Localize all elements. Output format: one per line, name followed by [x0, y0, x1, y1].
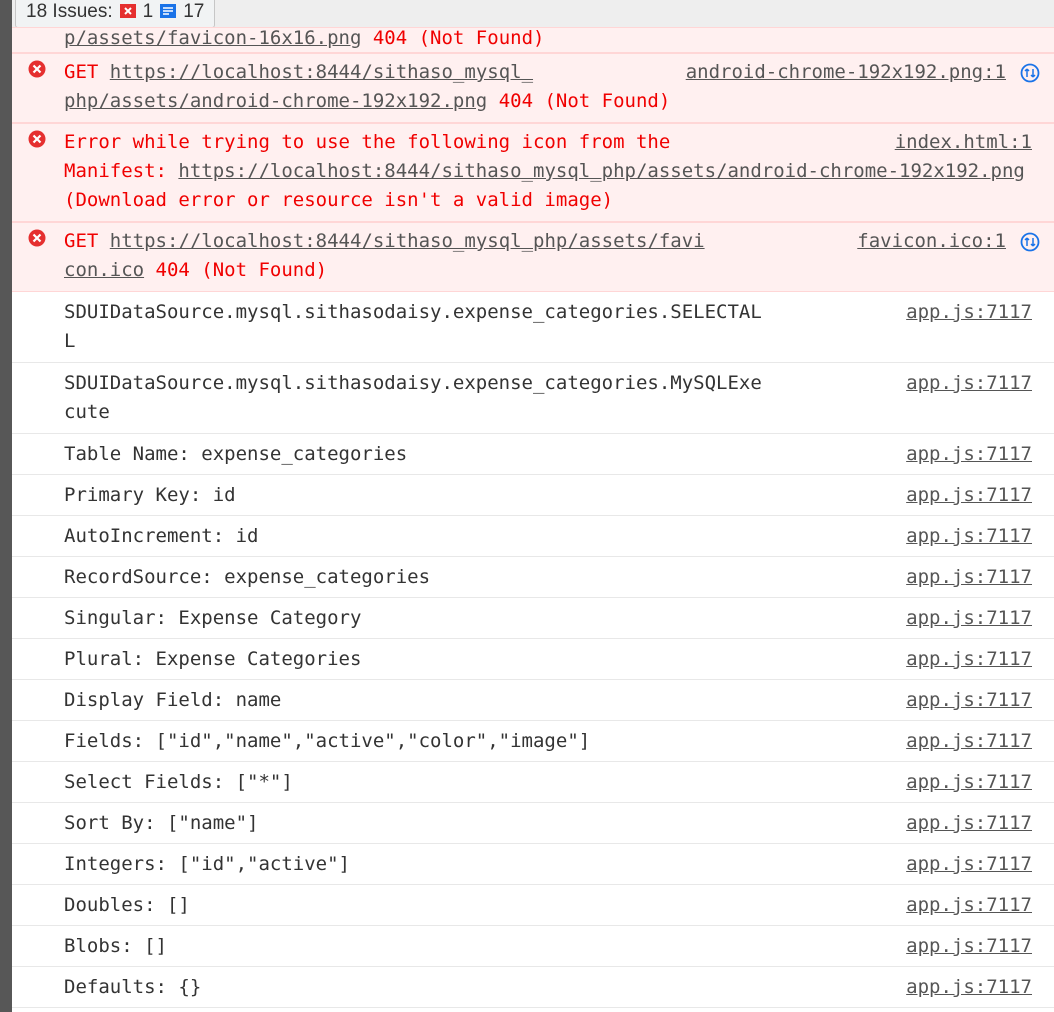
console-error-row: Error while trying to use the following …: [12, 123, 1054, 222]
error-status: 404 (Not Found): [361, 27, 545, 49]
error-issue-icon: [119, 3, 137, 21]
error-url-link[interactable]: https://localhost:8444/sithaso_mysql_: [110, 61, 533, 83]
console-log-row: AutoIncrement: id app.js:7117: [12, 516, 1054, 557]
source-link[interactable]: app.js:7117: [898, 973, 1032, 1002]
source-link[interactable]: app.js:7117: [898, 686, 1032, 715]
console-log-row: Doubles: [] app.js:7117: [12, 885, 1054, 926]
source-link[interactable]: app.js:7117: [898, 809, 1032, 838]
error-icon: [28, 130, 46, 148]
error-icon: [28, 229, 46, 247]
source-link[interactable]: app.js:7117: [898, 369, 1032, 398]
issues-label: 18 Issues:: [26, 1, 113, 22]
console-log-row: Primary Key: id app.js:7117: [12, 475, 1054, 516]
source-link[interactable]: app.js:7117: [898, 727, 1032, 756]
left-panel-edge: [0, 0, 12, 1012]
source-link[interactable]: app.js:7117: [898, 891, 1032, 920]
log-message: SDUIDataSource.mysql.sithasodaisy.expens…: [64, 372, 762, 394]
console-log-row: Select Fields: ["*"] app.js:7117: [12, 762, 1054, 803]
console-log-row: Table Name: expense_categories app.js:711…: [12, 434, 1054, 475]
source-link[interactable]: android-chrome-192x192.png:1: [677, 58, 1006, 87]
error-icon: [28, 60, 46, 78]
log-message: SDUIDataSource.mysql.sithasodaisy.expens…: [64, 301, 762, 323]
error-url-link-continued[interactable]: php/assets/android-chrome-192x192.png: [64, 90, 487, 112]
source-link[interactable]: app.js:7117: [898, 298, 1032, 327]
source-link[interactable]: app.js:7117: [898, 645, 1032, 674]
request-method: GET: [64, 230, 110, 252]
console-log-row: Singular: Expense Category app.js:7117: [12, 598, 1054, 639]
source-link[interactable]: app.js:7117: [898, 932, 1032, 961]
error-url-link[interactable]: p/assets/favicon-16x16.png: [64, 28, 361, 49]
network-request-icon[interactable]: [1020, 63, 1040, 83]
source-link[interactable]: app.js:7117: [898, 850, 1032, 879]
error-message-prefix: Manifest:: [64, 160, 179, 182]
error-status: 404 (Not Found): [144, 259, 328, 281]
console-log-row: SDUIDataSource.mysql.sithasodaisy.expens…: [12, 363, 1054, 434]
console-log-row: Integers: ["id","active"] app.js:7117: [12, 844, 1054, 885]
console-log-row: Defaults: {} app.js:7117: [12, 967, 1054, 1008]
source-link[interactable]: app.js:7117: [898, 563, 1032, 592]
log-message-continued: L: [64, 330, 76, 352]
info-issue-count: 17: [183, 1, 205, 22]
error-url-link-continued[interactable]: con.ico: [64, 259, 144, 281]
network-request-icon[interactable]: [1020, 232, 1040, 252]
console-error-row: GET https://localhost:8444/sithaso_mysql…: [12, 222, 1054, 292]
console-error-row: GET https://localhost:8444/sithaso_mysql…: [12, 53, 1054, 123]
error-status: 404 (Not Found): [487, 90, 671, 112]
source-link[interactable]: app.js:7117: [898, 481, 1032, 510]
request-method: GET: [64, 61, 110, 83]
console-log-row: Sort By: ["name"] app.js:7117: [12, 803, 1054, 844]
issues-button[interactable]: 18 Issues: 1 17: [15, 0, 216, 28]
error-issue-count: 1: [142, 1, 154, 22]
console-log-row: Fields: ["id","name","active","color","i…: [12, 721, 1054, 762]
source-link[interactable]: app.js:7117: [898, 522, 1032, 551]
error-url-link[interactable]: https://localhost:8444/sithaso_mysql_php…: [110, 230, 705, 252]
console-log-row: Plural: Expense Categories app.js:7117: [12, 639, 1054, 680]
source-link[interactable]: app.js:7117: [898, 604, 1032, 633]
source-link[interactable]: app.js:7117: [898, 768, 1032, 797]
log-message-continued: cute: [64, 401, 110, 423]
console-log-row: Blobs: [] app.js:7117: [12, 926, 1054, 967]
source-link[interactable]: index.html:1: [886, 128, 1032, 157]
error-url-link[interactable]: https://localhost:8444/sithaso_mysql_php…: [178, 160, 910, 182]
source-link[interactable]: favicon.ico:1: [849, 227, 1006, 256]
devtools-console: 18 Issues: 1 17 p/assets/favicon-16x16.p…: [12, 0, 1054, 1012]
console-error-row: p/assets/favicon-16x16.png 404 (Not Foun…: [12, 27, 1054, 53]
console-log-row: RecordSource: expense_categories app.js:7…: [12, 557, 1054, 598]
source-link[interactable]: app.js:7117: [898, 440, 1032, 469]
console-log-row: SDUIDataSource.mysql.sithasodaisy.expens…: [12, 292, 1054, 363]
info-issue-icon: [159, 3, 177, 21]
error-message: Error while trying to use the following …: [64, 131, 671, 153]
console-log-row: Display Field: name app.js:7117: [12, 680, 1054, 721]
error-url-link-continued[interactable]: 92x192.png: [910, 160, 1024, 182]
